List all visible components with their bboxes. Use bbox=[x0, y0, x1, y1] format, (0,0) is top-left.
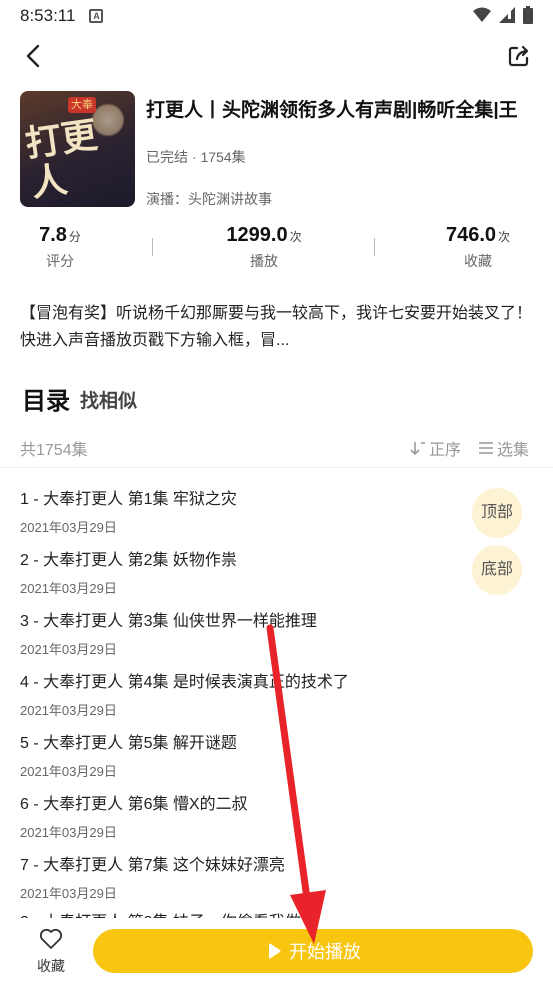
stat-plays-label: 播放 bbox=[250, 253, 278, 269]
status-time: 8:53:11 bbox=[20, 6, 76, 25]
episode-item[interactable]: 2 - 大奉打更人 第2集 妖物作祟 2021年03月29日 bbox=[20, 546, 460, 597]
episode-item[interactable]: 1 - 大奉打更人 第1集 牢狱之灾 2021年03月29日 bbox=[20, 485, 460, 536]
stat-favorites-unit: 次 bbox=[498, 230, 511, 244]
episode-item[interactable]: 5 - 大奉打更人 第5集 解开谜题 2021年03月29日 bbox=[20, 729, 460, 780]
favorite-button[interactable]: 收藏 bbox=[30, 928, 72, 976]
bottom-bar: 收藏 开始播放 bbox=[0, 918, 553, 984]
episode-count: 共1754集 bbox=[20, 442, 88, 459]
episode-date: 2021年03月29日 bbox=[20, 825, 117, 840]
stat-rating-value: 7.8 bbox=[39, 224, 67, 246]
signal-icon bbox=[499, 7, 515, 23]
sort-label: 正序 bbox=[429, 442, 462, 459]
top-nav bbox=[0, 36, 553, 76]
stat-favorites-value: 746.0 bbox=[445, 224, 497, 246]
stat-divider bbox=[374, 238, 375, 256]
episode-date: 2021年03月29日 bbox=[20, 764, 117, 779]
episode-date: 2021年03月29日 bbox=[20, 642, 117, 657]
episode-title: 7 - 大奉打更人 第7集 这个妹妹好漂亮 bbox=[20, 857, 285, 874]
catalog-toolbar: 共1754集 正序 选集 bbox=[0, 432, 553, 468]
status-icons bbox=[473, 6, 533, 24]
notification-icon: A bbox=[89, 9, 104, 23]
stat-favorites-label: 收藏 bbox=[464, 253, 492, 269]
episode-date: 2021年03月29日 bbox=[20, 581, 117, 596]
episode-title: 1 - 大奉打更人 第1集 牢狱之灾 bbox=[20, 491, 237, 508]
play-icon bbox=[269, 943, 281, 959]
favorite-label: 收藏 bbox=[37, 958, 65, 974]
book-title: 打更人丨头陀渊领衔多人有声剧|畅听全集|王 bbox=[146, 100, 518, 119]
cover-seal: 大奉 bbox=[68, 97, 96, 113]
episode-title: 2 - 大奉打更人 第2集 妖物作祟 bbox=[20, 552, 237, 569]
episode-item[interactable]: 7 - 大奉打更人 第7集 这个妹妹好漂亮 2021年03月29日 bbox=[20, 851, 460, 902]
episode-item[interactable]: 6 - 大奉打更人 第6集 懵X的二叔 2021年03月29日 bbox=[20, 790, 460, 841]
back-arrow-icon[interactable] bbox=[20, 42, 48, 70]
episode-date: 2021年03月29日 bbox=[20, 886, 117, 901]
status-bar: 8:53:11 A bbox=[0, 0, 553, 32]
stat-rating-label: 评分 bbox=[46, 253, 74, 269]
scroll-bottom-button[interactable]: 底部 bbox=[472, 545, 522, 595]
episode-title: 6 - 大奉打更人 第6集 懵X的二叔 bbox=[20, 796, 248, 813]
scroll-top-button[interactable]: 顶部 bbox=[472, 488, 522, 538]
start-play-label: 开始播放 bbox=[289, 942, 361, 962]
episode-item[interactable]: 4 - 大奉打更人 第4集 是时候表演真正的技术了 2021年03月29日 bbox=[20, 668, 460, 719]
book-cover[interactable]: 大奉 打更人 bbox=[20, 91, 135, 207]
wifi-icon bbox=[473, 7, 491, 22]
book-status: 已完结 · 1754集 bbox=[146, 149, 246, 165]
stat-plays: 1299.0 次 播放 bbox=[184, 224, 344, 271]
stat-rating-unit: 分 bbox=[68, 230, 81, 244]
stat-divider bbox=[152, 238, 153, 256]
select-episodes-button[interactable]: 选集 bbox=[478, 436, 529, 460]
battery-icon bbox=[523, 6, 533, 24]
stat-plays-unit: 次 bbox=[289, 230, 302, 244]
episode-title: 3 - 大奉打更人 第3集 仙侠世界一样能推理 bbox=[20, 613, 317, 630]
episode-date: 2021年03月29日 bbox=[20, 520, 117, 535]
share-icon[interactable] bbox=[505, 42, 533, 70]
stat-favorites: 746.0 次 收藏 bbox=[398, 224, 553, 271]
catalog-title: 目录 bbox=[22, 388, 70, 415]
book-anchor[interactable]: 演播：头陀渊讲故事 bbox=[146, 189, 272, 209]
episode-date: 2021年03月29日 bbox=[20, 703, 117, 718]
list-icon bbox=[479, 442, 493, 454]
stat-rating: 7.8 分 评分 bbox=[0, 224, 140, 271]
book-description[interactable]: 【冒泡有奖】听说杨千幻那厮要与我一较高下，我许七安要开始装叉了！快进入声音播放页… bbox=[20, 300, 533, 354]
heart-icon bbox=[39, 928, 63, 949]
episode-item[interactable]: 3 - 大奉打更人 第3集 仙侠世界一样能推理 2021年03月29日 bbox=[20, 607, 460, 658]
sort-order-button[interactable]: 正序 bbox=[410, 436, 461, 460]
find-similar-tab[interactable]: 找相似 bbox=[80, 386, 137, 413]
select-label: 选集 bbox=[497, 442, 530, 459]
episode-title: 5 - 大奉打更人 第5集 解开谜题 bbox=[20, 735, 237, 752]
stat-plays-value: 1299.0 bbox=[226, 224, 288, 246]
cover-title: 打更人 bbox=[22, 113, 100, 206]
start-play-button[interactable]: 开始播放 bbox=[93, 929, 533, 973]
sort-icon bbox=[410, 442, 425, 456]
stats-row: 7.8 分 评分 1299.0 次 播放 746.0 次 收藏 bbox=[0, 224, 553, 274]
episode-title: 4 - 大奉打更人 第4集 是时候表演真正的技术了 bbox=[20, 674, 349, 691]
